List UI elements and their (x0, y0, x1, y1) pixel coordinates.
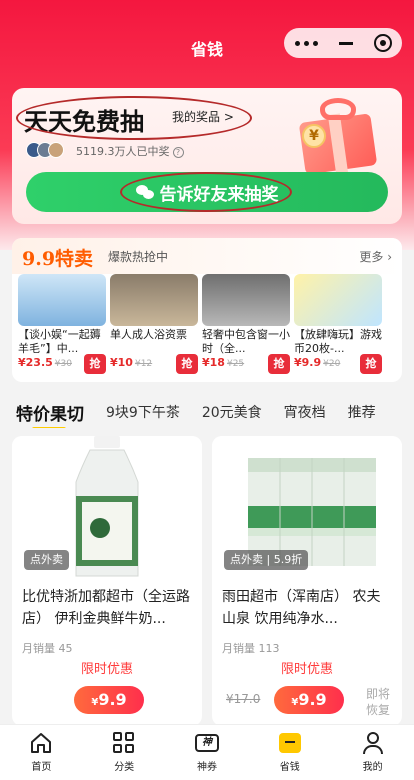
delivery-discount-badge: 点外卖 | 5.9折 (224, 550, 309, 570)
winner-avatars (26, 142, 64, 158)
annotation-oval (16, 96, 252, 140)
deal-title: 9.9特卖 (22, 248, 94, 270)
title-bar: 省钱 (0, 0, 414, 88)
deal-section: 9.9特卖 爆款热抢中 更多 › 【谈小娱“一起薅羊毛”】中... ¥23.5 ¥… (12, 238, 402, 382)
more-dots-icon[interactable] (294, 40, 318, 46)
limited-offer-label: 限时优惠 (80, 662, 133, 677)
home-icon (29, 731, 53, 755)
avatar (48, 142, 64, 158)
deal-card[interactable]: 【谈小娱“一起薅羊毛”】中... ¥23.5 ¥30 抢 (18, 274, 106, 378)
monthly-sales: 月销量 45 (22, 642, 73, 655)
original-price: ¥17.0 (226, 692, 261, 706)
monthly-sales: 月销量 113 (222, 642, 280, 655)
nav-mine[interactable]: 我的 (331, 725, 414, 780)
product-card[interactable]: 点外卖 | 5.9折 雨田超市（浑南店） 农夫山泉 饮用纯净水... 月销量 1… (212, 436, 402, 726)
grid-icon (112, 731, 136, 755)
nav-save-money[interactable]: 省钱 (248, 725, 331, 780)
deal-more-link[interactable]: 更多 › (359, 248, 392, 265)
save-money-icon (278, 731, 302, 755)
tab-late-night[interactable]: 宵夜档 (284, 402, 326, 422)
tab-food[interactable]: 20元美食 (202, 402, 262, 422)
deal-subtitle: 爆款热抢中 (108, 250, 169, 264)
price-button[interactable]: ¥9.9 (74, 686, 144, 714)
deal-image (202, 274, 290, 326)
deal-image (18, 274, 106, 326)
coin-icon: ¥ (302, 124, 326, 148)
minimize-icon[interactable] (338, 41, 353, 45)
close-target-icon[interactable] (373, 34, 392, 52)
user-icon (361, 731, 385, 755)
deal-card[interactable]: 【放肆嗨玩】游戏币20枚-... ¥9.9 ¥20 抢 (294, 274, 382, 378)
gift-box-icon (284, 88, 388, 178)
category-tabs: 特价果切 9块9下午茶 20元美食 宵夜档 推荐 (0, 396, 414, 428)
product-card[interactable]: 点外卖 比优特浙加都超市（全运路店） 伊利金典鲜牛奶... 月销量 45 限时优… (12, 436, 202, 726)
product-name: 比优特浙加都超市（全运路店） 伊利金典鲜牛奶... (22, 589, 190, 627)
price-button[interactable]: ¥9.9 (274, 686, 344, 714)
tab-afternoon-tea[interactable]: 9块9下午茶 (106, 402, 180, 422)
nav-coupons[interactable]: 神 神券 (166, 725, 249, 780)
deal-card[interactable]: 轻奢中包含窗一小时（全... ¥18 ¥25 抢 (202, 274, 290, 378)
nav-category[interactable]: 分类 (83, 725, 166, 780)
grab-button[interactable]: 抢 (176, 354, 198, 374)
grab-button[interactable]: 抢 (84, 354, 106, 374)
coupon-icon: 神 (194, 731, 219, 755)
product-name: 雨田超市（浑南店） 农夫山泉 饮用纯净水... (222, 589, 381, 627)
annotation-oval (120, 172, 292, 212)
grab-button[interactable]: 抢 (360, 354, 382, 374)
deal-card[interactable]: 单人成人浴资票 ¥10 ¥12 抢 (110, 274, 198, 378)
deal-image (110, 274, 198, 326)
miniprogram-capsule[interactable] (284, 28, 402, 58)
grab-button[interactable]: 抢 (268, 354, 290, 374)
nav-home[interactable]: 首页 (0, 725, 83, 780)
winners-count: 5119.3万人已中奖? (76, 143, 184, 159)
delivery-badge: 点外卖 (24, 550, 69, 570)
bottom-nav: 首页 分类 神 神券 省钱 我的 (0, 724, 414, 780)
deal-header: 9.9特卖 爆款热抢中 更多 › (12, 238, 402, 274)
tab-recommend[interactable]: 推荐 (348, 402, 376, 422)
deal-image (294, 274, 382, 326)
tab-fruit[interactable]: 特价果切 (16, 400, 84, 428)
limited-offer-label: 限时优惠 (280, 662, 333, 677)
question-icon[interactable]: ? (172, 147, 184, 158)
restore-notice: 即将恢复 (366, 687, 391, 717)
